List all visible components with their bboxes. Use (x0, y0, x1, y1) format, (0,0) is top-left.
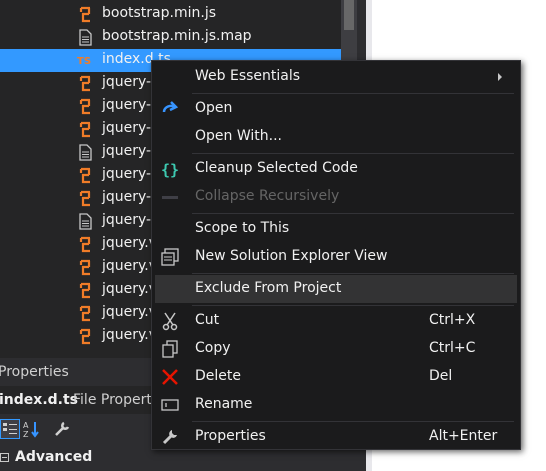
javascript-file-icon (77, 75, 94, 92)
menu-item-new-solution-explorer-view[interactable]: New Solution Explorer View (152, 243, 520, 271)
svg-text:TS: TS (77, 56, 91, 67)
menu-item-shortcut: Ctrl+C (429, 340, 476, 356)
file-name: jquery- (102, 166, 152, 182)
menu-item-label: Cut (195, 312, 220, 328)
menu-item-collapse-recursively: Collapse Recursively (152, 183, 520, 211)
menu-item-label: Web Essentials (195, 68, 301, 84)
menu-item-open[interactable]: Open (152, 95, 520, 123)
menu-item-label: New Solution Explorer View (195, 248, 388, 264)
menu-separator (192, 93, 514, 94)
rename-icon (160, 395, 180, 415)
menu-item-label: Open (195, 100, 233, 116)
map-file-icon (77, 29, 94, 46)
menu-item-exclude-from-project[interactable]: Exclude From Project (155, 275, 517, 303)
map-file-icon (77, 144, 94, 161)
menu-separator (192, 421, 514, 422)
collapse-toggle-icon[interactable] (0, 453, 9, 462)
file-name: jquery- (102, 120, 152, 136)
categorized-icon[interactable] (0, 419, 20, 439)
delete-x-icon (160, 367, 180, 387)
menu-item-label: Rename (195, 396, 253, 412)
menu-item-label: Exclude From Project (195, 280, 342, 296)
scissors-icon (160, 311, 180, 331)
file-row[interactable]: bootstrap.min.js.map (0, 26, 342, 49)
file-row[interactable]: bootstrap.min.js (0, 3, 342, 26)
menu-item-open-with[interactable]: Open With... (152, 123, 520, 151)
file-name: jquery.v (102, 281, 158, 297)
new-window-icon (160, 247, 180, 267)
file-name: jquery- (102, 189, 152, 205)
properties-title: Properties (0, 364, 69, 380)
menu-item-shortcut: Alt+Enter (429, 428, 498, 444)
wrench-icon (160, 427, 180, 447)
menu-item-cleanup-selected-code[interactable]: {} Cleanup Selected Code (152, 155, 520, 183)
menu-item-copy[interactable]: Copy Ctrl+C (152, 335, 520, 363)
file-name: jquery.v (102, 304, 158, 320)
menu-separator (192, 213, 514, 214)
menu-item-shortcut: Del (429, 368, 453, 384)
menu-item-shortcut: Ctrl+X (429, 312, 476, 328)
svg-text:A: A (23, 421, 29, 430)
menu-separator (192, 153, 514, 154)
menu-item-rename[interactable]: Rename (152, 391, 520, 419)
category-label: Advanced (15, 449, 93, 465)
javascript-file-icon (77, 259, 94, 276)
javascript-file-icon (77, 305, 94, 322)
file-name: jquery- (102, 74, 152, 90)
menu-item-label: Delete (195, 368, 241, 384)
file-name: bootstrap.min.js.map (102, 28, 252, 44)
menu-item-label: Collapse Recursively (195, 188, 340, 204)
menu-separator (192, 273, 514, 274)
braces-icon: {} (160, 159, 180, 179)
menu-separator (192, 305, 514, 306)
menu-item-web-essentials[interactable]: Web Essentials (152, 63, 520, 91)
javascript-file-icon (77, 98, 94, 115)
file-name: jquery.v (102, 235, 158, 251)
menu-item-label: Properties (195, 428, 266, 444)
file-name: jquery- (102, 97, 152, 113)
menu-item-label: Copy (195, 340, 231, 356)
explorer-scroll-thumb[interactable] (344, 0, 354, 30)
javascript-file-icon (77, 121, 94, 138)
map-file-icon (77, 213, 94, 230)
svg-text:Z: Z (23, 430, 29, 439)
menu-item-label: Cleanup Selected Code (195, 160, 358, 176)
javascript-file-icon (77, 282, 94, 299)
properties-target-kind: File Propert (73, 392, 152, 408)
file-name: jquery.v (102, 258, 158, 274)
alphabetical-sort-icon[interactable]: AZ (22, 419, 42, 439)
javascript-file-icon (77, 6, 94, 23)
menu-item-properties[interactable]: Properties Alt+Enter (152, 423, 520, 451)
submenu-arrow-icon (498, 73, 502, 81)
open-arrow-icon (160, 99, 180, 119)
menu-item-label: Open With... (195, 128, 282, 144)
file-name: jquery- (102, 143, 152, 159)
file-name: jquery- (102, 212, 152, 228)
properties-target-name: index.d.ts (0, 392, 78, 408)
javascript-file-icon (77, 190, 94, 207)
javascript-file-icon (77, 328, 94, 345)
property-pages-icon[interactable] (52, 419, 72, 439)
collapse-icon (160, 187, 180, 207)
file-name: bootstrap.min.js (102, 5, 216, 21)
menu-item-label: Scope to This (195, 220, 290, 236)
typescript-file-icon: TS (77, 52, 94, 69)
menu-item-scope-to-this[interactable]: Scope to This (152, 215, 520, 243)
menu-item-delete[interactable]: Delete Del (152, 363, 520, 391)
menu-item-cut[interactable]: Cut Ctrl+X (152, 307, 520, 335)
file-name: jquery.v (102, 327, 158, 343)
javascript-file-icon (77, 167, 94, 184)
copy-icon (160, 339, 180, 359)
context-menu: Web Essentials Open Open With... {} Cleanup … (151, 60, 521, 450)
svg-text:{}: {} (161, 161, 179, 179)
javascript-file-icon (77, 236, 94, 253)
